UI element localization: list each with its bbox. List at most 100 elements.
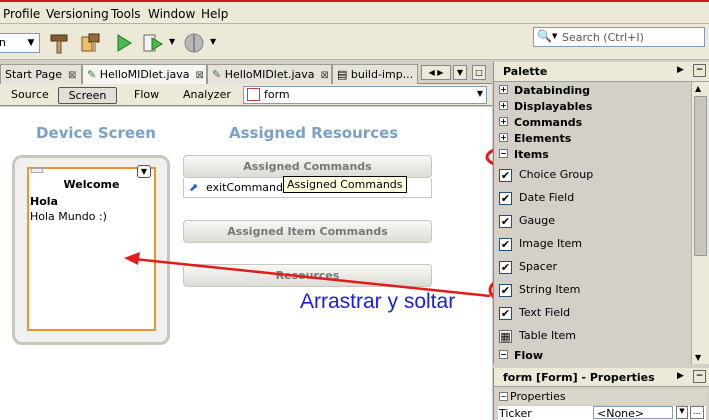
palette-item-label: Spacer: [519, 260, 558, 273]
ticker-select[interactable]: <None>: [593, 406, 673, 420]
menu-window[interactable]: Window: [148, 7, 195, 21]
table-icon: ▦: [499, 330, 512, 343]
tab-start-page[interactable]: Start Page ⊠: [0, 64, 82, 84]
profile-icon[interactable]: [183, 32, 205, 54]
checkbox-icon: ✔: [499, 261, 512, 274]
view-screen[interactable]: Screen: [58, 87, 117, 104]
tooltip: Assigned Commands: [283, 176, 407, 193]
tab-build-impl[interactable]: ▤ build-imp...: [332, 64, 418, 84]
string-item-text[interactable]: Hola Mundo :): [29, 208, 154, 223]
string-item-label[interactable]: Hola: [29, 191, 154, 208]
section-label: Properties: [510, 390, 566, 403]
palette-item-table-item[interactable]: ▦ Table Item: [499, 329, 689, 349]
tab-hellomidlet-2[interactable]: ✎ HelloMIDlet.java ⊠: [207, 64, 332, 84]
collapse-icon: −: [499, 149, 508, 158]
category-elements[interactable]: + Elements: [498, 132, 688, 147]
palette-item-label: Image Item: [519, 237, 582, 250]
scroll-down-icon[interactable]: ▼: [695, 353, 701, 362]
palette-item-label: Gauge: [519, 214, 555, 227]
scrollbar-thumb[interactable]: [694, 96, 707, 256]
search-icon: 🔍: [537, 29, 552, 43]
menu-tools[interactable]: Tools: [111, 7, 141, 21]
palette-scrollbar[interactable]: ▲ ▼: [691, 82, 709, 364]
xml-file-icon: ▤: [337, 68, 348, 81]
assigned-item-commands-panel: Assigned Item Commands: [183, 220, 432, 243]
palette-item-label: Choice Group: [519, 168, 594, 181]
menu-profile[interactable]: Profile: [3, 7, 40, 21]
debug-dropdown-icon[interactable]: ▼: [169, 37, 175, 46]
clean-build-icon[interactable]: [80, 32, 102, 54]
checkbox-icon: ✔: [499, 215, 512, 228]
scroll-up-icon[interactable]: ▲: [695, 84, 701, 93]
checkbox-icon: ✔: [499, 238, 512, 251]
profile-dropdown-icon[interactable]: ▼: [210, 37, 216, 46]
maximize-icon[interactable]: □: [472, 65, 486, 80]
screen-header: Welcome ▼: [29, 165, 154, 191]
device-screen[interactable]: Welcome ▼ Hola Hola Mundo :): [27, 165, 156, 331]
category-displayables[interactable]: + Displayables: [498, 100, 688, 115]
palette-item-text-field[interactable]: ✔ Text Field: [499, 306, 689, 326]
category-flow[interactable]: − Flow: [498, 349, 688, 364]
palette-title: Palette: [503, 65, 548, 78]
minimize-icon[interactable]: −: [693, 64, 706, 77]
debug-icon[interactable]: [142, 32, 164, 54]
view-flow[interactable]: Flow: [128, 87, 165, 104]
hammer-icon[interactable]: [48, 32, 70, 54]
close-icon[interactable]: ⊠: [321, 70, 329, 81]
screen-menu-icon[interactable]: ▼: [137, 165, 151, 178]
screen-title: Welcome: [63, 178, 120, 191]
tab-hellomidlet-1[interactable]: ✎ HelloMIDlet.java ⊠: [82, 64, 207, 84]
properties-menu-icon[interactable]: ▶: [677, 371, 684, 381]
close-icon[interactable]: ⊠: [68, 70, 76, 81]
view-analyzer[interactable]: Analyzer: [177, 87, 237, 104]
properties-section[interactable]: − Properties: [498, 390, 706, 404]
palette-item-gauge[interactable]: ✔ Gauge: [499, 214, 689, 234]
command-icon: ⬈: [189, 181, 199, 194]
ellipsis-button[interactable]: …: [690, 406, 704, 419]
run-icon[interactable]: [113, 32, 135, 54]
ticker-value: <None>: [597, 407, 645, 420]
assigned-resources-title: Assigned Resources: [229, 124, 399, 142]
category-label: Elements: [514, 132, 572, 145]
palette-item-label: Date Field: [519, 191, 575, 204]
chevron-down-icon: ▼: [27, 38, 35, 48]
palette-item-image-item[interactable]: ✔ Image Item: [499, 237, 689, 257]
palette-item-choice-group[interactable]: ✔ Choice Group: [499, 168, 689, 188]
tab-label: HelloMIDlet.java: [224, 68, 315, 81]
checkbox-icon: ✔: [499, 169, 512, 182]
properties-title: form [Form] - Properties: [503, 371, 655, 384]
device-screen-title: Device Screen: [36, 124, 156, 142]
tab-list-icon[interactable]: ▼: [453, 65, 467, 80]
configuration-combo[interactable]: n ▼: [0, 33, 40, 53]
category-items[interactable]: − Items: [498, 148, 688, 163]
palette-menu-icon[interactable]: ▶: [677, 65, 684, 75]
close-icon[interactable]: ⊠: [196, 70, 204, 81]
form-selector[interactable]: form ▼: [243, 86, 487, 104]
category-commands[interactable]: + Commands: [498, 116, 688, 131]
search-input[interactable]: 🔍 ▼ Search (Ctrl+I): [533, 27, 705, 47]
minimize-icon[interactable]: −: [693, 370, 706, 383]
exit-command[interactable]: exitCommand: [206, 181, 283, 194]
view-switcher: Source Screen Flow Analyzer form ▼: [0, 84, 492, 106]
expand-icon: +: [499, 117, 508, 126]
chevron-down-icon[interactable]: ▼: [676, 406, 688, 419]
category-label: Commands: [514, 116, 583, 129]
checkbox-icon: ✔: [499, 192, 512, 205]
tab-scroll-arrows[interactable]: ◀ ▶: [421, 65, 451, 80]
chevron-down-icon: ▼: [476, 89, 483, 98]
expand-icon: +: [499, 101, 508, 110]
expand-icon: +: [499, 133, 508, 142]
expand-icon: +: [499, 85, 508, 94]
search-dropdown-icon[interactable]: ▼: [552, 32, 557, 40]
view-source[interactable]: Source: [5, 87, 55, 104]
category-label: Items: [514, 148, 549, 161]
menu-help[interactable]: Help: [201, 7, 228, 21]
palette-item-spacer[interactable]: ✔ Spacer: [499, 260, 689, 280]
category-databinding[interactable]: + Databinding: [498, 84, 688, 99]
palette-item-date-field[interactable]: ✔ Date Field: [499, 191, 689, 211]
properties-panel: form [Form] - Properties ▶ − − Propertie…: [493, 368, 709, 420]
menu-versioning[interactable]: Versioning: [46, 7, 109, 21]
palette-item-string-item[interactable]: ✔ String Item: [499, 283, 689, 303]
drag-and-drop-annotation: Arrastrar y soltar: [300, 290, 456, 313]
title-bar-edge: [0, 0, 709, 2]
